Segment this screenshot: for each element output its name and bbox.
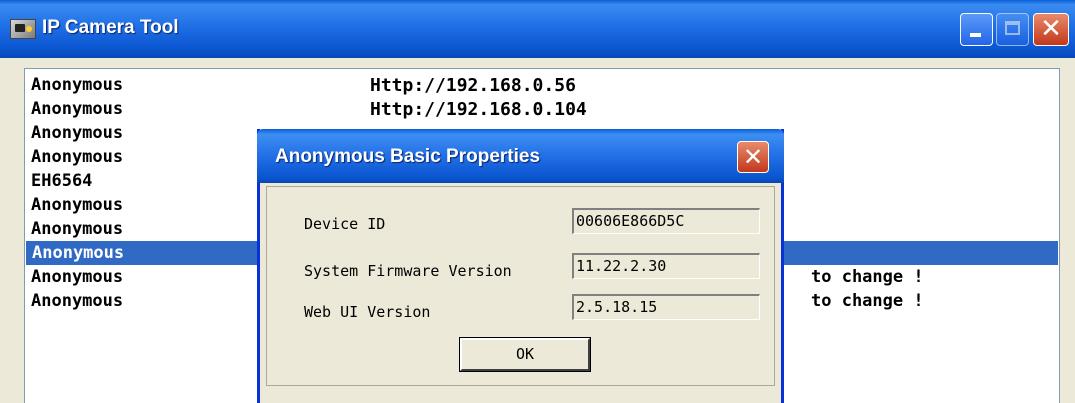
window-title: IP Camera Tool: [42, 17, 179, 38]
firmware-version-label: System Firmware Version: [304, 262, 512, 280]
firmware-version-field[interactable]: 11.22.2.30: [572, 253, 760, 279]
camera-name: Anonymous: [31, 123, 124, 143]
web-ui-version-field[interactable]: 2.5.18.15: [572, 294, 760, 320]
ok-button[interactable]: OK: [459, 337, 591, 372]
camera-name: Anonymous: [31, 267, 124, 287]
camera-status: to change !: [811, 267, 924, 287]
camera-name: Anonymous: [32, 243, 125, 263]
device-id-label: Device ID: [304, 215, 386, 233]
camera-url: Http://192.168.0.56: [370, 75, 576, 96]
close-icon: ✕: [1040, 14, 1062, 44]
camera-url: Http://192.168.0.104: [370, 99, 587, 120]
main-titlebar[interactable]: IP Camera Tool ✕: [0, 0, 1075, 58]
camera-status: to change !: [811, 291, 924, 311]
device-id-field[interactable]: 00606E866D5C: [572, 208, 760, 234]
camera-name: Anonymous: [31, 99, 124, 119]
web-ui-version-label: Web UI Version: [304, 303, 431, 321]
camera-name: Anonymous: [31, 147, 124, 167]
camera-name: EH6564: [31, 171, 93, 191]
app-icon: [10, 19, 36, 39]
list-item[interactable]: Anonymous Http://192.168.0.56: [25, 73, 1059, 97]
list-item[interactable]: Anonymous Http://192.168.0.104: [25, 97, 1059, 121]
minimize-icon: [970, 33, 981, 37]
dialog-title: Anonymous Basic Properties: [275, 146, 541, 167]
dialog-titlebar[interactable]: Anonymous Basic Properties ✕: [257, 129, 784, 183]
minimize-button[interactable]: [960, 13, 993, 46]
camera-name: Anonymous: [31, 219, 124, 239]
maximize-icon: [1005, 21, 1020, 35]
dialog-close-button[interactable]: ✕: [737, 141, 769, 173]
camera-name: Anonymous: [31, 75, 124, 95]
close-button[interactable]: ✕: [1033, 13, 1069, 46]
maximize-button: [996, 13, 1029, 46]
camera-name: Anonymous: [31, 195, 124, 215]
camera-name: Anonymous: [31, 291, 124, 311]
close-icon: ✕: [742, 143, 764, 171]
properties-dialog: Anonymous Basic Properties ✕ Device ID 0…: [257, 129, 784, 403]
